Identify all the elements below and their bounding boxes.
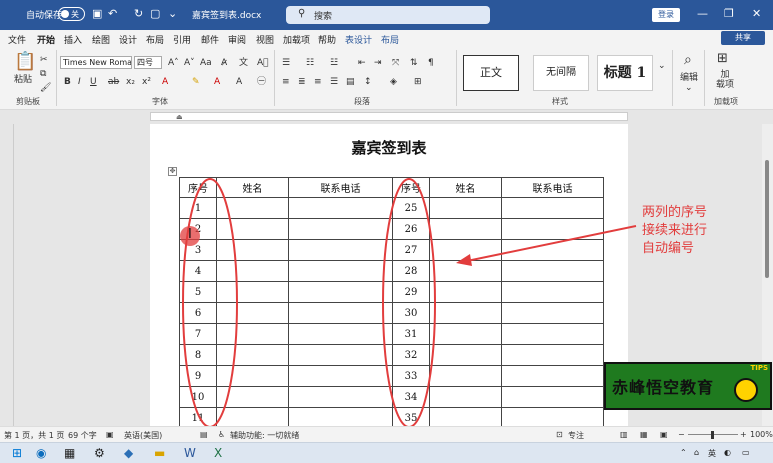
zoom-level[interactable]: 100% xyxy=(750,430,773,439)
ime-indicator[interactable]: 英 xyxy=(708,448,716,459)
language[interactable]: 英语(美国) xyxy=(124,430,162,441)
app-icon[interactable]: ◆ xyxy=(124,445,133,461)
zoom-thumb[interactable] xyxy=(711,431,714,439)
word-window: 自动保存 关 ▣ ↶ ↻ ▢ ⌄ 嘉宾签到表.docx ⚲ 搜索 登录 — ❐ … xyxy=(0,0,773,463)
logo-tips: TIPS xyxy=(750,364,768,372)
accessibility-status[interactable]: 辅助功能: 一切就绪 xyxy=(230,430,299,441)
windows-start-icon[interactable]: ⊞ xyxy=(12,445,22,461)
logo-text: 赤峰悟空教育 xyxy=(612,378,715,397)
web-layout-icon[interactable]: ▣ xyxy=(660,430,668,439)
lightbulb-icon xyxy=(734,378,758,402)
taskbar: ⊞ ◉ ▦ ⚙ ◆ ▬ W X ⌃ ⌂ 英 ◐ ▭ xyxy=(0,442,773,463)
edge-icon[interactable]: ◉ xyxy=(36,445,46,461)
calculator-icon[interactable]: ▦ xyxy=(64,445,75,461)
print-layout-icon[interactable]: ▦ xyxy=(640,430,648,439)
file-explorer-icon[interactable]: ▬ xyxy=(154,445,165,461)
notification-icon[interactable]: ▭ xyxy=(742,448,750,457)
circle-right-serial xyxy=(382,178,436,428)
settings-icon[interactable]: ⚙ xyxy=(94,445,105,461)
focus-label[interactable]: 专注 xyxy=(568,430,584,441)
annotation-arrow-line xyxy=(461,225,637,263)
status-bar: 第 1 页，共 1 页 69 个字 ▣ 英语(美国) ▤ ♿ 辅助功能: 一切就… xyxy=(0,426,773,442)
word-taskbar-icon[interactable]: W xyxy=(184,445,196,461)
excel-taskbar-icon[interactable]: X xyxy=(214,445,222,461)
volume-icon[interactable]: ◐ xyxy=(724,448,731,457)
tray-chevron-icon[interactable]: ⌃ xyxy=(680,448,687,457)
page-count[interactable]: 第 1 页，共 1 页 xyxy=(4,430,64,441)
zoom-in-icon[interactable]: + xyxy=(740,430,747,439)
accessibility-icon[interactable]: ♿ xyxy=(218,430,225,439)
focus-icon[interactable]: ⊡ xyxy=(556,430,563,439)
zoom-out-icon[interactable]: − xyxy=(678,430,685,439)
circle-left-serial xyxy=(182,178,238,428)
read-mode-icon[interactable]: ▥ xyxy=(620,430,628,439)
word-count[interactable]: 69 个字 xyxy=(68,430,97,441)
macro-icon[interactable]: ▤ xyxy=(200,430,208,439)
watermark-logo: TIPS 赤峰悟空教育 xyxy=(604,362,772,410)
scroll-thumb[interactable] xyxy=(765,160,769,278)
network-icon[interactable]: ⌂ xyxy=(694,448,699,457)
text-cursor-icon: I xyxy=(188,227,192,242)
annotation-arrowhead xyxy=(456,254,472,266)
annotation-text: 两列的序号 接续来进行 自动编号 xyxy=(642,205,708,256)
proofing-icon[interactable]: ▣ xyxy=(106,430,114,439)
